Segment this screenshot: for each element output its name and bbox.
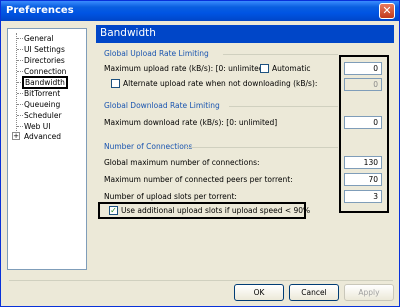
section-title: Bandwidth [100,27,156,39]
additional-slots-label: Use additional upload slots if upload sp… [121,206,311,215]
tree-item-advanced[interactable]: Advanced [24,131,61,142]
upload-slots-label: Number of upload slots per torrent: [104,192,237,201]
tree-connector [17,60,23,61]
window-title: Preferences [6,5,74,16]
tree-item-bandwidth[interactable]: Bandwidth [22,76,68,89]
group-divider [229,106,338,107]
preferences-tree: General UI Settings Directories Connecti… [7,28,87,270]
alternate-upload-checkbox[interactable] [111,79,120,88]
expand-plus-icon[interactable]: + [12,132,20,140]
additional-slots-checkbox[interactable]: ✓ [109,206,118,215]
ok-button[interactable]: OK [234,284,284,301]
download-group-label: Global Download Rate Limiting [104,101,220,110]
connections-group-label: Number of Connections [104,142,193,151]
button-separator [9,280,393,281]
tree-connector [17,93,23,94]
title-bar[interactable]: Preferences ✕ [1,1,399,21]
global-connections-label: Global maximum number of connections: [104,158,260,167]
tree-connector [17,71,23,72]
tree-connector [17,104,23,105]
tree-item-ui-settings[interactable]: UI Settings [24,44,65,55]
tree-item-queueing[interactable]: Queueing [24,99,60,110]
tree-connector [17,38,23,39]
tree-item-directories[interactable]: Directories [24,55,65,66]
cancel-button[interactable]: Cancel [289,284,339,301]
group-divider [223,54,338,55]
automatic-label: Automatic [272,64,311,73]
tree-item-scheduler[interactable]: Scheduler [24,110,62,121]
tree-connector [17,49,23,50]
close-button[interactable]: ✕ [379,3,395,19]
peers-per-torrent-label: Maximum number of connected peers per to… [104,175,293,184]
tree-item-general[interactable]: General [24,33,54,44]
automatic-checkbox[interactable] [260,64,269,73]
alternate-upload-label: Alternate upload rate when not downloadi… [123,79,318,88]
apply-button[interactable]: Apply [344,284,394,301]
max-download-label: Maximum download rate (kB/s): [0: unlimi… [104,118,278,127]
preferences-window: Preferences ✕ General UI Settings Direct… [0,0,400,307]
values-column-highlight [339,55,389,213]
group-divider [185,147,338,148]
tree-connector [17,126,23,127]
tree-item-bittorrent[interactable]: BitTorrent [24,88,60,99]
section-header: Bandwidth [96,25,394,43]
tree-connector [17,115,23,116]
max-upload-label: Maximum upload rate (kB/s): [0: unlimite… [104,64,267,73]
upload-group-label: Global Upload Rate Limiting [104,49,209,58]
